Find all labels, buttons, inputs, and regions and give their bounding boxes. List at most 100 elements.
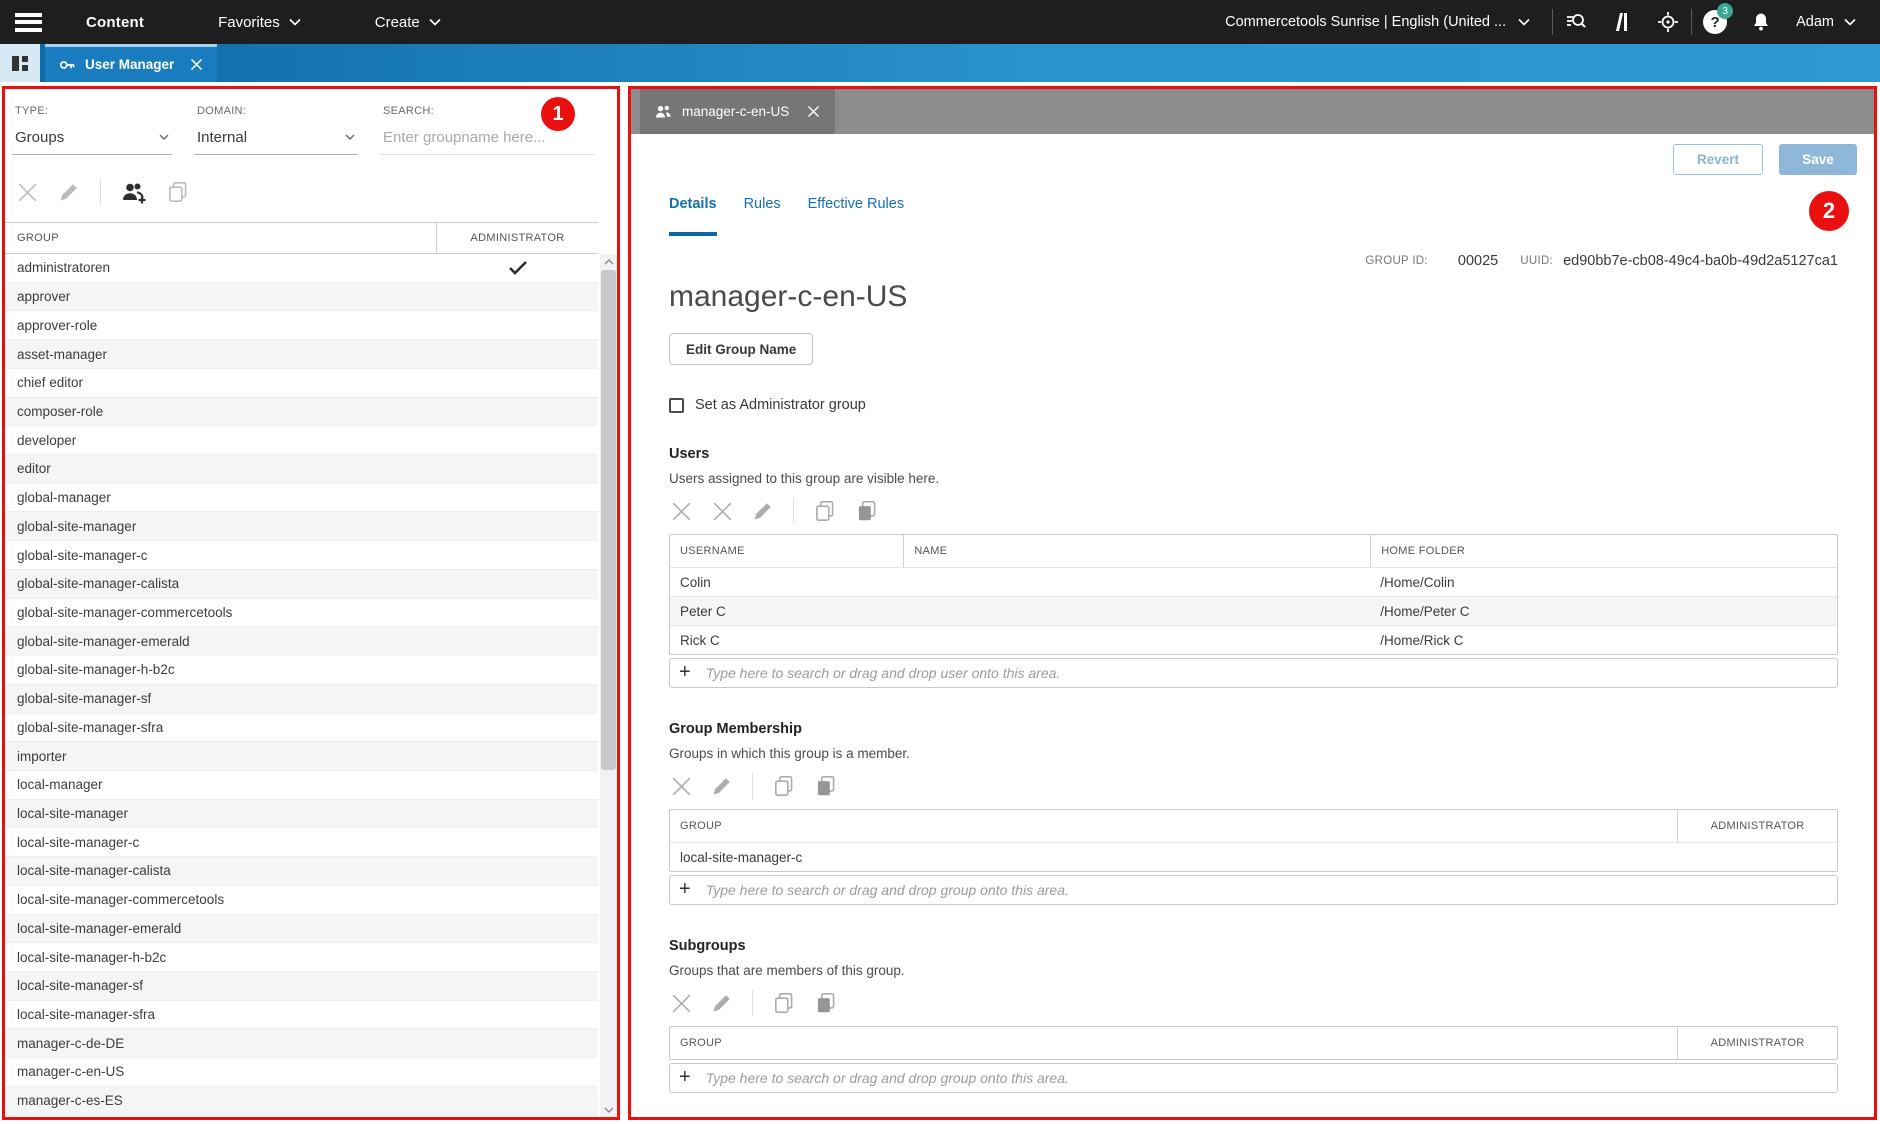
- group-row[interactable]: administratoren: [5, 254, 598, 283]
- group-row[interactable]: composer-role: [5, 398, 598, 427]
- group-row[interactable]: local-site-manager-calista: [5, 857, 598, 886]
- tab-user-manager[interactable]: User Manager: [45, 44, 217, 82]
- context-selector[interactable]: Commercetools Sunrise | English (United …: [1225, 14, 1530, 30]
- admin-checkbox[interactable]: [669, 398, 684, 413]
- add-group-dropzone[interactable]: + Type here to search or drag and drop g…: [669, 875, 1838, 905]
- group-row[interactable]: local-manager: [5, 771, 598, 800]
- hamburger-menu-icon[interactable]: [15, 13, 42, 32]
- nav-favorites[interactable]: Favorites: [218, 14, 301, 31]
- tab-details[interactable]: Details: [669, 196, 717, 226]
- group-row[interactable]: global-site-manager-commercetools: [5, 599, 598, 628]
- paste-icon[interactable]: [813, 990, 839, 1016]
- column-header-group[interactable]: GROUP: [670, 810, 1677, 842]
- paste-icon[interactable]: [813, 773, 839, 799]
- column-header-administrator[interactable]: ADMINISTRATOR: [437, 232, 598, 244]
- find-icon[interactable]: [1553, 0, 1599, 44]
- add-subgroup-dropzone[interactable]: + Type here to search or drag and drop g…: [669, 1063, 1838, 1093]
- tab-rules[interactable]: Rules: [744, 196, 781, 226]
- group-row[interactable]: global-site-manager-h-b2c: [5, 656, 598, 685]
- group-row[interactable]: local-site-manager-sf: [5, 972, 598, 1001]
- add-user-dropzone[interactable]: + Type here to search or drag and drop u…: [669, 658, 1838, 688]
- edit-icon[interactable]: [751, 499, 775, 523]
- copy-icon[interactable]: [812, 498, 838, 524]
- user-menu[interactable]: Adam: [1796, 14, 1856, 30]
- app-launcher-button[interactable]: [0, 44, 40, 82]
- group-row[interactable]: local-site-manager-c: [5, 828, 598, 857]
- group-row[interactable]: editor: [5, 455, 598, 484]
- scroll-down-icon[interactable]: [600, 1102, 617, 1117]
- remove-icon[interactable]: [669, 991, 694, 1016]
- bell-icon[interactable]: [1738, 0, 1784, 44]
- column-header-home-folder[interactable]: HOME FOLDER: [1370, 535, 1837, 567]
- group-row[interactable]: global-site-manager-calista: [5, 570, 598, 599]
- save-button[interactable]: Save: [1779, 144, 1857, 175]
- group-row[interactable]: global-site-manager-sfra: [5, 714, 598, 743]
- group-id-value: 00025: [1458, 253, 1498, 269]
- type-select[interactable]: TYPE: Groups: [12, 105, 172, 155]
- edit-icon[interactable]: [710, 991, 734, 1015]
- close-icon[interactable]: [190, 58, 203, 71]
- copy-icon[interactable]: [771, 773, 797, 799]
- add-user-placeholder[interactable]: Type here to search or drag and drop use…: [706, 665, 1061, 681]
- group-row[interactable]: approver: [5, 283, 598, 312]
- delete-icon[interactable]: [15, 180, 40, 205]
- target-icon[interactable]: [1645, 0, 1691, 44]
- group-row[interactable]: global-manager: [5, 484, 598, 513]
- table-cell-home: /Home/Rick C: [1370, 625, 1837, 654]
- table-row[interactable]: Rick C/Home/Rick C: [670, 625, 1837, 654]
- group-row[interactable]: manager-c-es-ES: [5, 1087, 598, 1116]
- scroll-up-icon[interactable]: [600, 254, 617, 269]
- column-header-username[interactable]: USERNAME: [670, 535, 903, 567]
- add-group-placeholder[interactable]: Type here to search or drag and drop gro…: [706, 882, 1069, 898]
- group-row[interactable]: manager-c-de-DE: [5, 1029, 598, 1058]
- scrollbar[interactable]: [600, 254, 617, 1117]
- scrollbar-thumb[interactable]: [601, 270, 616, 770]
- edit-icon[interactable]: [57, 180, 81, 204]
- nav-content[interactable]: Content: [86, 14, 144, 31]
- group-row[interactable]: local-site-manager-commercetools: [5, 886, 598, 915]
- paste-icon[interactable]: [854, 498, 880, 524]
- nav-create[interactable]: Create: [375, 14, 441, 31]
- admin-checkbox-label: Set as Administrator group: [695, 397, 866, 413]
- column-header-administrator[interactable]: ADMINISTRATOR: [1677, 810, 1837, 842]
- column-header-group[interactable]: GROUP: [5, 223, 437, 253]
- column-header-name[interactable]: NAME: [903, 535, 1370, 567]
- close-icon[interactable]: [807, 105, 820, 118]
- pulse-bars-icon[interactable]: [1599, 0, 1645, 44]
- help-icon[interactable]: ? 3: [1692, 0, 1738, 44]
- group-row[interactable]: manager-c-en-US: [5, 1058, 598, 1087]
- column-header-administrator[interactable]: ADMINISTRATOR: [1677, 1027, 1837, 1059]
- group-row[interactable]: asset-manager: [5, 340, 598, 369]
- add-subgroup-placeholder[interactable]: Type here to search or drag and drop gro…: [706, 1070, 1069, 1086]
- edit-group-name-button[interactable]: Edit Group Name: [669, 333, 813, 365]
- group-row[interactable]: developer: [5, 426, 598, 455]
- remove-icon[interactable]: [669, 774, 694, 799]
- group-row[interactable]: global-site-manager-c: [5, 541, 598, 570]
- group-row[interactable]: importer: [5, 742, 598, 771]
- search-input[interactable]: Enter groupname here...: [383, 129, 546, 146]
- group-row[interactable]: local-site-manager-sfra: [5, 1001, 598, 1030]
- group-row[interactable]: local-site-manager: [5, 800, 598, 829]
- domain-value: Internal: [197, 129, 247, 146]
- add-group-icon[interactable]: [120, 180, 148, 205]
- tab-effective-rules[interactable]: Effective Rules: [808, 196, 904, 226]
- group-row[interactable]: approver-role: [5, 311, 598, 340]
- group-row[interactable]: global-site-manager: [5, 512, 598, 541]
- remove-icon[interactable]: [710, 499, 735, 524]
- table-row[interactable]: local-site-manager-c: [670, 842, 1837, 871]
- table-row[interactable]: Peter C/Home/Peter C: [670, 596, 1837, 625]
- group-row[interactable]: chief editor: [5, 369, 598, 398]
- group-row[interactable]: global-site-manager-sf: [5, 685, 598, 714]
- remove-icon[interactable]: [669, 499, 694, 524]
- copy-icon[interactable]: [771, 990, 797, 1016]
- column-header-group[interactable]: GROUP: [670, 1027, 1677, 1059]
- table-row[interactable]: Colin/Home/Colin: [670, 567, 1837, 596]
- group-row[interactable]: local-site-manager-emerald: [5, 915, 598, 944]
- revert-button[interactable]: Revert: [1673, 144, 1763, 175]
- domain-select[interactable]: DOMAIN: Internal: [194, 105, 358, 155]
- group-row[interactable]: global-site-manager-emerald: [5, 627, 598, 656]
- edit-icon[interactable]: [710, 774, 734, 798]
- copy-icon[interactable]: [165, 179, 191, 205]
- group-row[interactable]: local-site-manager-h-b2c: [5, 943, 598, 972]
- tab-manager-c-en-US[interactable]: manager-c-en-US: [640, 89, 835, 134]
